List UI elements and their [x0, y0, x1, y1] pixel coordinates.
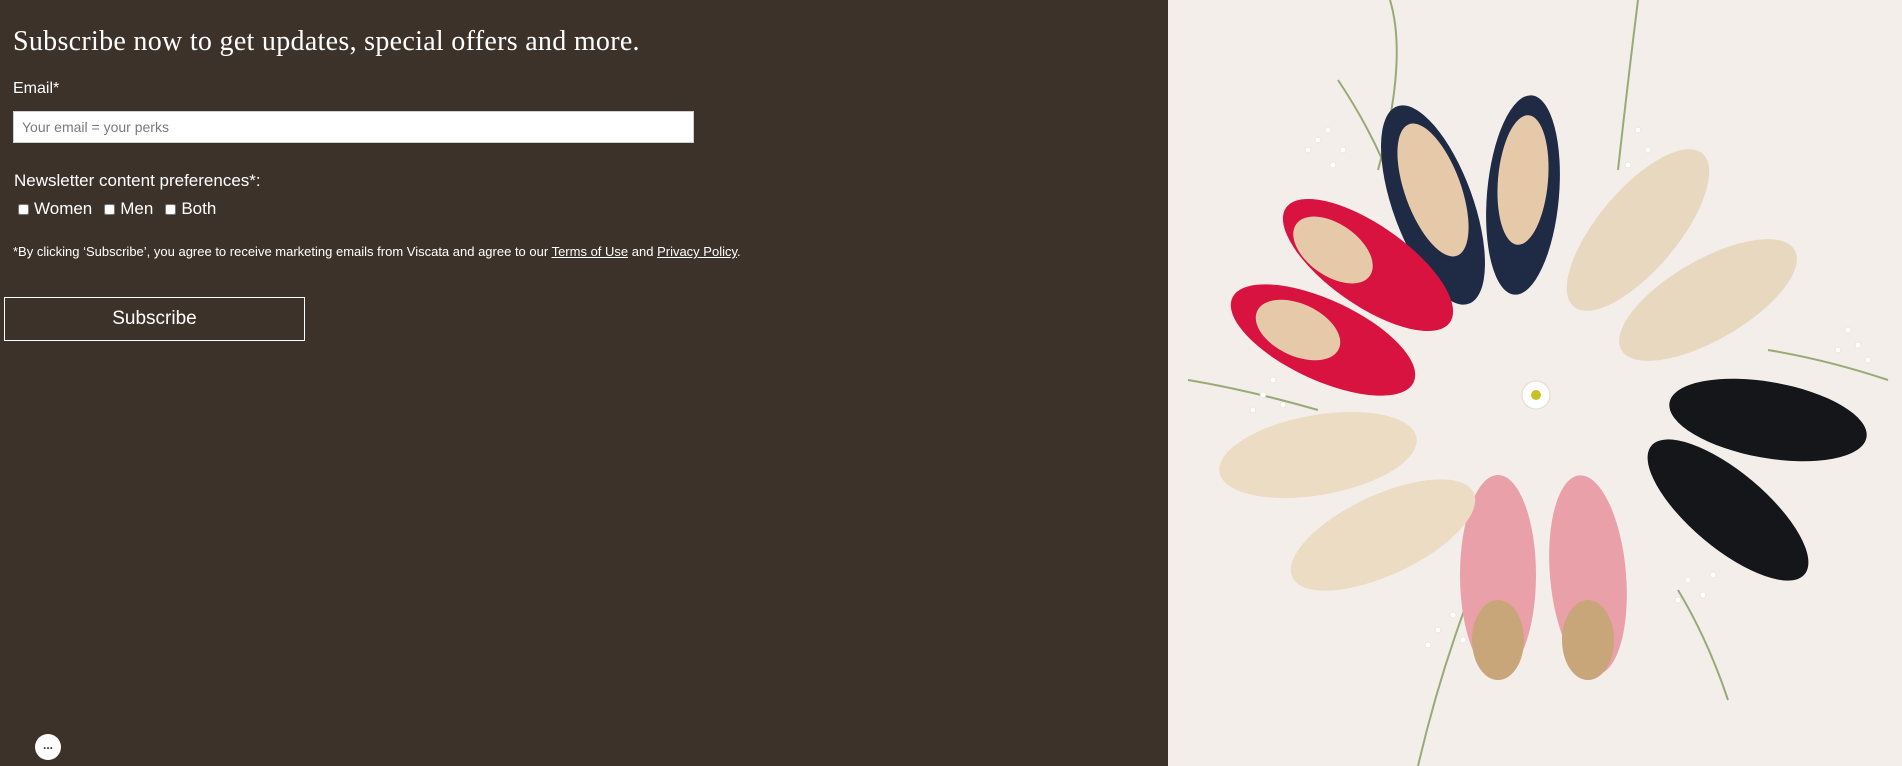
email-input[interactable] [13, 111, 694, 143]
men-checkbox[interactable] [104, 203, 116, 215]
women-checkbox[interactable] [18, 203, 29, 215]
newsletter-preferences-options: Women Men Both [18, 199, 228, 219]
consent-suffix: . [737, 244, 741, 259]
both-label: Both [181, 199, 217, 218]
preference-option-women[interactable]: Women [18, 199, 92, 219]
terms-of-use-link[interactable]: Terms of Use [552, 244, 629, 259]
preference-option-men[interactable]: Men [104, 199, 153, 219]
email-label: Email* [13, 80, 60, 97]
consent-text: *By clicking ‘Subscribe’, you agree to r… [13, 244, 741, 259]
consent-prefix: *By clicking ‘Subscribe’, you agree to r… [13, 244, 552, 259]
privacy-policy-link[interactable]: Privacy Policy [657, 244, 737, 259]
subscribe-button[interactable]: Subscribe [4, 297, 305, 341]
newsletter-preferences-label: Newsletter content preferences*: [14, 171, 261, 190]
shoes-flatlay-image [1168, 0, 1902, 766]
signup-headline: Subscribe now to get updates, special of… [13, 26, 640, 57]
hero-image [1168, 0, 1902, 766]
preference-option-both[interactable]: Both [165, 199, 216, 219]
men-label: Men [120, 199, 154, 218]
signup-panel: Subscribe now to get updates, special of… [0, 0, 1168, 766]
women-label: Women [34, 199, 93, 218]
consent-middle: and [628, 244, 658, 259]
newsletter-signup-page: Subscribe now to get updates, special of… [0, 0, 1902, 766]
both-checkbox[interactable] [165, 203, 177, 215]
chat-bubble-icon[interactable]: ... [35, 734, 61, 760]
